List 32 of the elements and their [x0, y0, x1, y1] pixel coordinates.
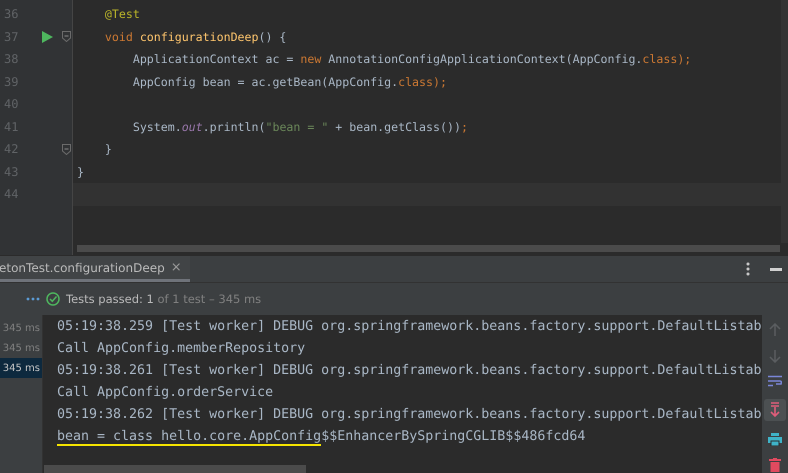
console-line: bean = class hello.core.AppConfig$$EnhancerBySpringCGLIB$$486fcd64: [57, 428, 586, 444]
scroll-to-end-icon: [769, 402, 781, 418]
console-line: Call AppConfig.orderService: [57, 384, 274, 400]
horizontal-scrollbar[interactable]: [77, 245, 780, 252]
code-line: }: [77, 164, 84, 179]
code-line: }: [104, 142, 112, 156]
run-icon[interactable]: [41, 30, 53, 43]
test-status: Tests passed: 1 of 1 test – 345 ms: [66, 292, 262, 306]
code-line: ApplicationContext ac = new AnnotationConfigApplicationContext(AppConfig.class);: [132, 52, 692, 66]
more-options-icon[interactable]: [746, 262, 750, 276]
code-line: @Test: [104, 7, 140, 22]
code-line: AppConfig bean = ac.getBean(AppConfig.class);: [132, 74, 447, 89]
scroll-to-end-button[interactable]: [764, 399, 786, 421]
soft-wrap-icon[interactable]: [768, 375, 782, 387]
minimize-icon[interactable]: [770, 268, 782, 270]
console-line: 05:19:38.261 [Test worker] DEBUG org.springframework.beans.factory.support.DefaultListab: [57, 362, 762, 378]
test-duration[interactable]: 345 ms: [0, 318, 42, 338]
code-line: System.out.println("bean = " + bean.getClass());: [132, 120, 468, 134]
horizontal-scrollbar[interactable]: [44, 465, 306, 473]
ellipsis-icon[interactable]: [26, 297, 40, 301]
fold-icon[interactable]: [62, 31, 70, 42]
test-duration[interactable]: 345 ms: [0, 338, 42, 358]
fold-icon[interactable]: [62, 144, 70, 155]
console-line: 05:19:38.262 [Test worker] DEBUG org.springframework.beans.factory.support.DefaultListab: [57, 406, 762, 422]
console-line: 05:19:38.259 [Test worker] DEBUG org.springframework.beans.factory.support.DefaultListab: [57, 318, 762, 334]
trash-icon[interactable]: [769, 458, 781, 472]
print-icon[interactable]: [768, 433, 782, 446]
test-duration[interactable]: 345 ms: [0, 358, 42, 378]
run-tab[interactable]: etonTest.configurationDeep ×: [0, 256, 190, 282]
check-circle-icon: [46, 292, 60, 306]
code-line: void configurationDeep() {: [104, 30, 286, 44]
console-line: Call AppConfig.memberRepository: [57, 340, 306, 356]
